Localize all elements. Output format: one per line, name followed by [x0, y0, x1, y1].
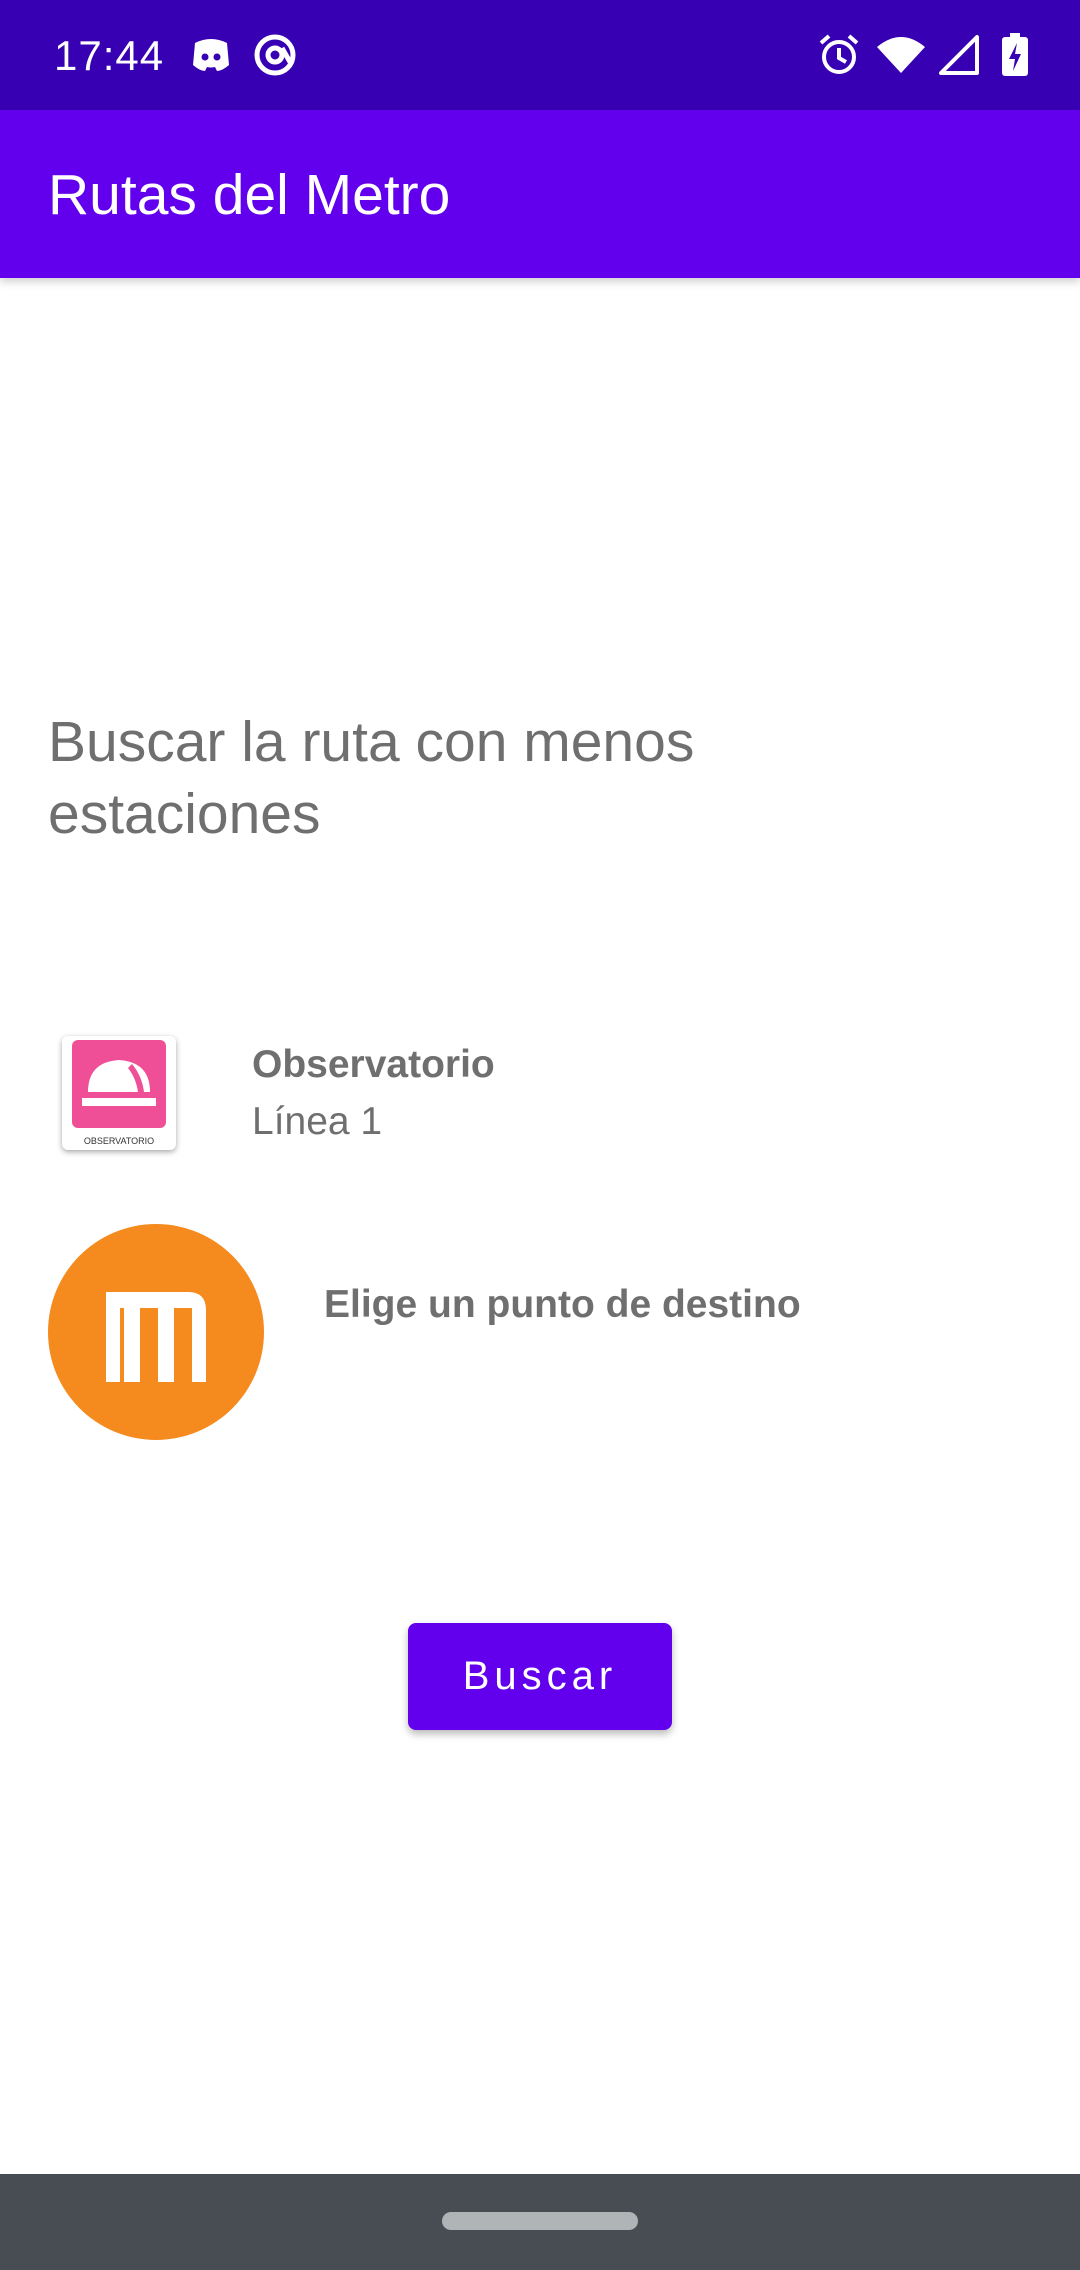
- wifi-icon: [876, 30, 926, 80]
- app-title: Rutas del Metro: [48, 163, 451, 227]
- screen: 17:44 Rutas del Metro Buscar la ruta con…: [0, 0, 1080, 2270]
- page-heading: Buscar la ruta con menos estaciones: [48, 710, 695, 846]
- station-logo-caption: OBSERVATORIO: [84, 1136, 154, 1146]
- home-gesture-handle[interactable]: [442, 2212, 638, 2230]
- cellular-signal-icon: [934, 30, 984, 80]
- search-button[interactable]: Buscar: [408, 1623, 672, 1730]
- origin-station-name: Observatorio: [252, 1043, 495, 1086]
- origin-station-line: Línea 1: [252, 1100, 383, 1143]
- status-bar: 17:44: [0, 0, 1080, 110]
- status-time: 17:44: [54, 32, 165, 79]
- destination-prompt[interactable]: Elige un punto de destino: [324, 1280, 801, 1330]
- metro-m-icon: [106, 1292, 206, 1382]
- metro-logo-destination[interactable]: [48, 1224, 264, 1440]
- battery-charging-icon: [990, 30, 1040, 80]
- alarm-icon: [814, 30, 864, 80]
- at-sign-icon: [250, 30, 300, 80]
- discord-icon: [186, 30, 236, 80]
- observatorio-station-logo[interactable]: OBSERVATORIO: [62, 1036, 176, 1150]
- navigation-bar: [0, 2174, 1080, 2270]
- app-bar: Rutas del Metro: [0, 110, 1080, 278]
